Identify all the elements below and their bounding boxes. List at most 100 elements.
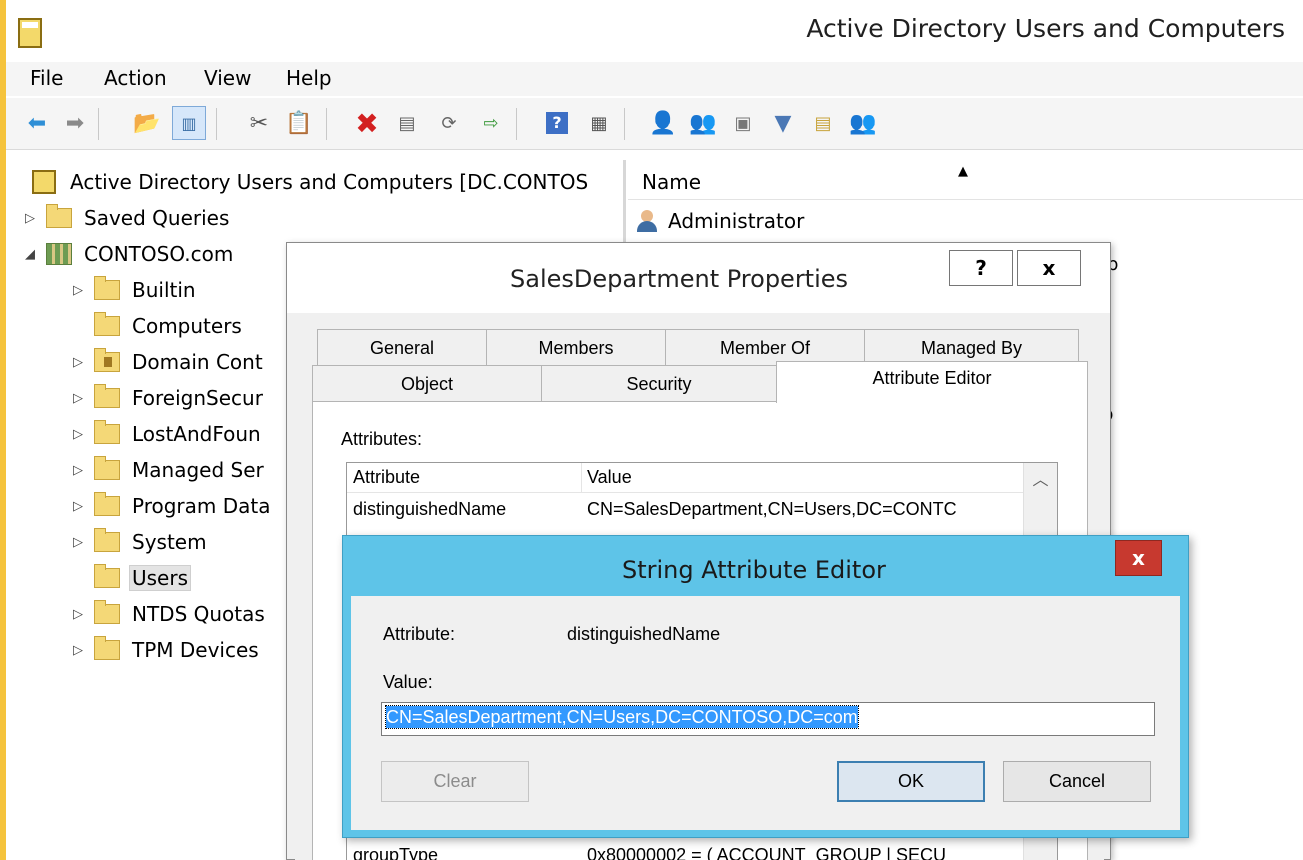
folder-icon xyxy=(94,456,120,480)
tree-item-label: Builtin xyxy=(132,278,196,302)
tab-attribute-editor[interactable]: Attribute Editor xyxy=(776,361,1088,403)
tree-item-managed-service[interactable]: ▷ Managed Ser xyxy=(70,452,266,488)
tree-item-saved-queries[interactable]: ▷ Saved Queries xyxy=(22,200,231,236)
attribute-value-cell[interactable]: 0x80000002 = ( ACCOUNT_GROUP | SECU xyxy=(587,845,1021,860)
back-arrow-icon[interactable]: ⬅ xyxy=(20,106,54,140)
tree-item-system[interactable]: ▷ System xyxy=(70,524,209,560)
tree-item-label: CONTOSO.com xyxy=(84,242,234,266)
collapse-arrow-icon[interactable]: ◢ xyxy=(22,247,38,262)
folder-icon xyxy=(94,636,120,660)
expand-arrow-icon[interactable]: ▷ xyxy=(70,391,86,406)
menu-help[interactable]: Help xyxy=(286,66,332,90)
refresh-icon[interactable]: ⟳ xyxy=(432,106,466,140)
tree-item-builtin[interactable]: ▷ Builtin xyxy=(70,272,198,308)
tree-item-computers[interactable]: Computers xyxy=(70,308,244,344)
show-hide-console-tree-icon[interactable]: ▥ xyxy=(172,106,206,140)
tab-security[interactable]: Security xyxy=(541,365,777,403)
tree-item-label: TPM Devices xyxy=(132,638,259,662)
scroll-up-icon[interactable]: ︿ xyxy=(1024,463,1057,493)
toolbar-separator xyxy=(98,108,99,140)
expand-arrow-icon[interactable]: ▷ xyxy=(70,355,86,370)
new-group-icon[interactable]: 👥 xyxy=(686,106,720,140)
show-action-pane-icon[interactable]: ▦ xyxy=(582,106,616,140)
folder-icon xyxy=(94,312,120,336)
export-list-icon[interactable]: ⇨ xyxy=(474,106,508,140)
toolbar-separator xyxy=(624,108,625,140)
up-folder-icon[interactable]: 📂 xyxy=(130,106,164,140)
tree-item-tpm-devices[interactable]: ▷ TPM Devices xyxy=(70,632,261,668)
column-header-attribute[interactable]: Attribute xyxy=(353,467,420,488)
toolbar-separator xyxy=(216,108,217,140)
expand-arrow-icon[interactable]: ▷ xyxy=(70,607,86,622)
window-title: Active Directory Users and Computers xyxy=(806,14,1285,43)
expand-arrow-icon[interactable]: ▷ xyxy=(70,535,86,550)
string-editor-title-bar[interactable]: String Attribute Editor x xyxy=(343,536,1188,596)
expand-arrow-icon[interactable]: ▷ xyxy=(70,463,86,478)
console-app-icon[interactable] xyxy=(18,18,42,48)
tree-item-domain[interactable]: ◢ CONTOSO.com xyxy=(22,236,235,272)
tab-object[interactable]: Object xyxy=(312,365,542,403)
menu-action[interactable]: Action xyxy=(104,66,167,90)
help-icon[interactable]: ? xyxy=(540,106,574,140)
expand-arrow-icon[interactable]: ▷ xyxy=(70,283,86,298)
tree-item-label: Managed Ser xyxy=(132,458,264,482)
delete-icon[interactable]: ✖ xyxy=(350,106,384,140)
attribute-name-cell[interactable]: groupType xyxy=(353,845,581,860)
expand-arrow-icon[interactable]: ▷ xyxy=(70,499,86,514)
tab-general[interactable]: General xyxy=(317,329,487,367)
value-field[interactable]: CN=SalesDepartment,CN=Users,DC=CONTOSO,D… xyxy=(381,702,1155,736)
new-user-icon[interactable]: 👤 xyxy=(646,106,680,140)
tree-item-users[interactable]: Users xyxy=(70,560,192,596)
close-button[interactable]: x xyxy=(1017,250,1081,286)
column-header-name[interactable]: Name xyxy=(642,170,701,194)
expand-arrow-icon[interactable]: ▷ xyxy=(70,643,86,658)
list-item-label: Administrator xyxy=(668,209,805,233)
ok-button[interactable]: OK xyxy=(837,761,985,802)
title-bar: Active Directory Users and Computers xyxy=(6,0,1303,62)
menu-bar: File Action View Help xyxy=(6,62,1303,96)
attribute-label: Attribute: xyxy=(383,624,456,644)
folder-icon xyxy=(94,492,120,516)
toolbar: ⬅ ➡ 📂 ▥ ✂ 📋 ✖ ▤ ⟳ ⇨ ? ▦ 👤 👥 ▣ ▼ ▤ 👥 xyxy=(6,98,1303,150)
menu-view[interactable]: View xyxy=(204,66,251,90)
toolbar-separator xyxy=(326,108,327,140)
tab-members[interactable]: Members xyxy=(486,329,666,367)
toolbar-separator xyxy=(516,108,517,140)
ou-folder-icon xyxy=(94,348,120,372)
properties-title-bar[interactable]: SalesDepartment Properties ? x xyxy=(287,243,1110,313)
filter-icon[interactable]: ▼ xyxy=(766,106,800,140)
clear-button[interactable]: Clear xyxy=(381,761,529,802)
tree-item-foreign-security[interactable]: ▷ ForeignSecur xyxy=(70,380,265,416)
copy-icon[interactable]: 📋 xyxy=(282,106,316,140)
attributes-list-header: Attribute Value xyxy=(347,463,1023,493)
tree-item-ntds-quotas[interactable]: ▷ NTDS Quotas xyxy=(70,596,267,632)
folder-icon xyxy=(94,564,120,588)
forward-arrow-icon[interactable]: ➡ xyxy=(58,106,92,140)
list-item[interactable]: Administrator xyxy=(636,204,804,238)
properties-icon[interactable]: ▤ xyxy=(390,106,424,140)
column-divider[interactable] xyxy=(581,463,582,493)
tree-root[interactable]: Active Directory Users and Computers [DC… xyxy=(32,164,590,200)
tree-item-label: Computers xyxy=(132,314,242,338)
cut-icon[interactable]: ✂ xyxy=(242,106,276,140)
menu-file[interactable]: File xyxy=(30,66,63,90)
expand-arrow-icon[interactable]: ▷ xyxy=(70,427,86,442)
cancel-button[interactable]: Cancel xyxy=(1003,761,1151,802)
tree-item-lost-and-found[interactable]: ▷ LostAndFoun xyxy=(70,416,263,452)
string-attribute-editor-dialog: String Attribute Editor x Attribute: dis… xyxy=(342,535,1189,838)
sort-ascending-icon: ▲ xyxy=(958,164,968,179)
tree-item-label: System xyxy=(132,530,207,554)
column-header-value[interactable]: Value xyxy=(587,467,632,488)
attribute-name-cell[interactable]: distinguishedName xyxy=(353,499,581,520)
new-ou-icon[interactable]: ▣ xyxy=(726,106,760,140)
tree-item-domain-controllers[interactable]: ▷ Domain Cont xyxy=(70,344,265,380)
folder-icon xyxy=(94,384,120,408)
tree-item-program-data[interactable]: ▷ Program Data xyxy=(70,488,273,524)
close-button[interactable]: x xyxy=(1115,540,1162,576)
attribute-value-cell[interactable]: CN=SalesDepartment,CN=Users,DC=CONTC xyxy=(587,499,1021,520)
expand-arrow-icon[interactable]: ▷ xyxy=(22,211,38,226)
properties-title: SalesDepartment Properties xyxy=(510,265,849,293)
add-to-group-icon[interactable]: 👥 xyxy=(846,106,880,140)
find-icon[interactable]: ▤ xyxy=(806,106,840,140)
help-button[interactable]: ? xyxy=(949,250,1013,286)
